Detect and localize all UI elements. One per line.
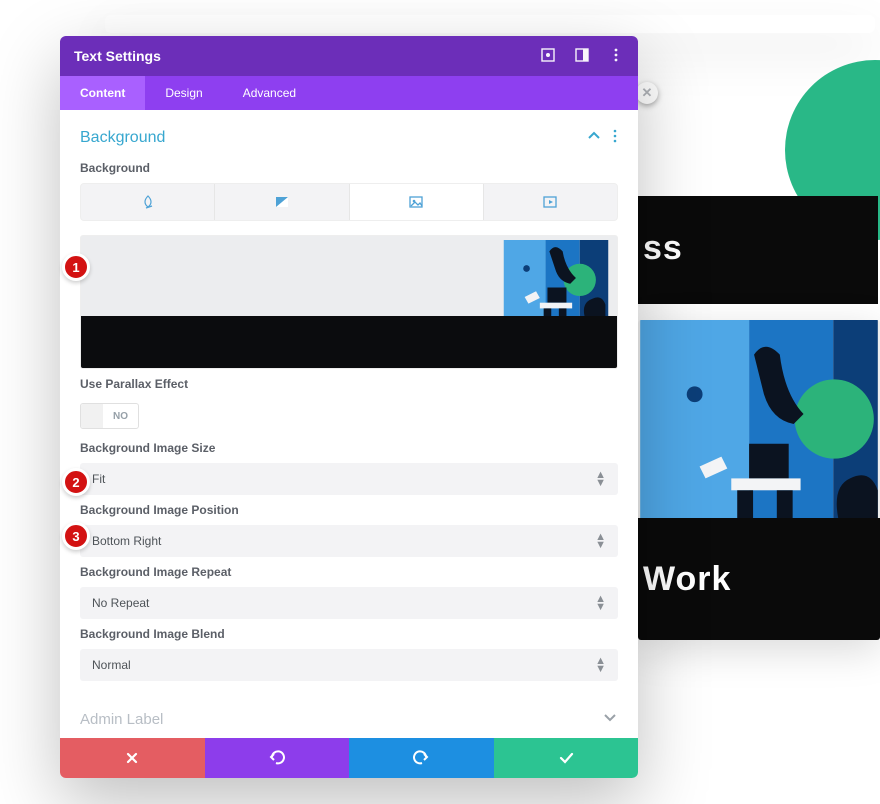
select-sort-icon: ▲▼ xyxy=(595,533,606,549)
annotation-badge-3: 3 xyxy=(62,522,90,550)
header-icons xyxy=(540,47,624,66)
parallax-label: Use Parallax Effect xyxy=(80,377,618,391)
chevron-up-icon[interactable] xyxy=(586,128,602,147)
background-card-2-illustration xyxy=(638,320,880,518)
bg-blend-select[interactable]: Normal ▲▼ xyxy=(80,649,618,681)
bg-size-value: Fit xyxy=(92,472,105,486)
select-sort-icon: ▲▼ xyxy=(595,471,606,487)
background-card-1-title: ss xyxy=(638,196,878,301)
tab-design[interactable]: Design xyxy=(145,76,222,110)
bg-repeat-label: Background Image Repeat xyxy=(80,565,618,579)
background-label: Background xyxy=(80,161,618,175)
background-card-1: ss xyxy=(638,196,878,304)
bg-repeat-value: No Repeat xyxy=(92,596,149,610)
bg-size-select[interactable]: Fit ▲▼ xyxy=(80,463,618,495)
page-card-peek xyxy=(105,15,875,33)
bg-type-video[interactable] xyxy=(483,184,617,220)
section-admin-title: Admin Label xyxy=(80,711,163,728)
background-type-picker xyxy=(80,183,618,221)
select-sort-icon: ▲▼ xyxy=(595,595,606,611)
tab-bar: Content Design Advanced xyxy=(60,76,638,110)
section-admin-header[interactable]: Admin Label xyxy=(80,709,618,733)
settings-modal: Text Settings Content Design Advanced Ba… xyxy=(60,36,638,778)
undo-button[interactable] xyxy=(205,738,350,778)
parallax-toggle[interactable]: NO xyxy=(80,403,139,429)
modal-footer xyxy=(60,738,638,778)
bg-position-label: Background Image Position xyxy=(80,503,618,517)
toggle-knob xyxy=(81,404,103,428)
more-icon[interactable] xyxy=(608,47,624,66)
expand-icon[interactable] xyxy=(540,47,556,66)
bg-blend-value: Normal xyxy=(92,658,131,672)
bg-type-image[interactable] xyxy=(349,184,483,220)
modal-body: Background Background xyxy=(60,110,638,738)
modal-header: Text Settings xyxy=(60,36,638,76)
background-preview[interactable] xyxy=(80,235,618,369)
preview-black-bar xyxy=(81,316,617,368)
background-card-2-footer: Work xyxy=(638,518,880,640)
bg-type-color[interactable] xyxy=(81,184,214,220)
tab-advanced[interactable]: Advanced xyxy=(223,76,316,110)
bg-position-select[interactable]: Bottom Right ▲▼ xyxy=(80,525,618,557)
preview-illustration xyxy=(503,240,609,316)
close-pill-icon[interactable]: ✕ xyxy=(636,82,658,104)
panel-icon[interactable] xyxy=(574,47,590,66)
annotation-badge-1: 1 xyxy=(62,253,90,281)
chevron-down-icon xyxy=(602,709,618,729)
cancel-button[interactable] xyxy=(60,738,205,778)
modal-title: Text Settings xyxy=(74,48,161,64)
annotation-badge-2: 2 xyxy=(62,468,90,496)
bg-blend-label: Background Image Blend xyxy=(80,627,618,641)
parallax-value: NO xyxy=(103,411,138,422)
bg-repeat-select[interactable]: No Repeat ▲▼ xyxy=(80,587,618,619)
bg-size-label: Background Image Size xyxy=(80,441,618,455)
section-background-header[interactable]: Background xyxy=(80,128,618,147)
tab-content[interactable]: Content xyxy=(60,76,145,110)
section-background-title: Background xyxy=(80,129,165,147)
background-card-2-title: Work xyxy=(638,560,731,599)
bg-type-gradient[interactable] xyxy=(214,184,348,220)
save-button[interactable] xyxy=(494,738,639,778)
background-card-2: Work xyxy=(638,320,880,640)
redo-button[interactable] xyxy=(349,738,494,778)
select-sort-icon: ▲▼ xyxy=(595,657,606,673)
section-more-icon[interactable] xyxy=(612,128,618,147)
bg-position-value: Bottom Right xyxy=(92,534,161,548)
